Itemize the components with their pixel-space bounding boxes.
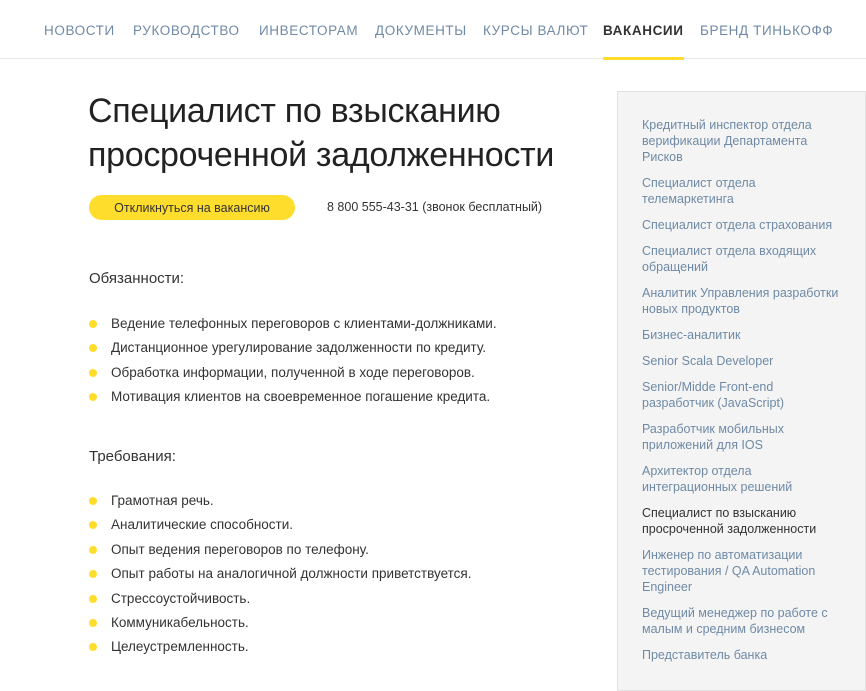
requirements-heading: Требования: [89, 448, 176, 465]
top-navigation: НОВОСТИ РУКОВОДСТВО ИНВЕСТОРАМ ДОКУМЕНТЫ… [0, 0, 866, 60]
bullet-dot-icon [89, 320, 97, 328]
requirement-item-text: Целеустремленность. [111, 639, 249, 655]
duties-list: Ведение телефонных переговоров с клиента… [89, 316, 497, 414]
bullet-dot-icon [89, 521, 97, 530]
nav-item-news[interactable]: НОВОСТИ [44, 0, 115, 59]
duty-item-text: Мотивация клиентов на своевременное пога… [111, 389, 491, 405]
bullet-dot-icon [89, 344, 97, 353]
vacancies-sidebar: Кредитный инспектор отдела верификации Д… [617, 91, 866, 691]
requirement-item-text: Аналитические способности. [111, 517, 294, 533]
apply-button[interactable]: Откликнуться на вакансию [89, 195, 295, 220]
bullet-dot-icon [89, 643, 97, 652]
requirement-item: Стрессоустойчивость. [89, 591, 472, 615]
nav-item-exchange-rates[interactable]: КУРСЫ ВАЛЮТ [483, 0, 588, 59]
sidebar-vacancy-link[interactable]: Архитектор отдела интеграционных решений [642, 463, 842, 495]
requirement-item: Опыт ведения переговоров по телефону. [89, 542, 472, 566]
requirements-list: Грамотная речь. Аналитические способности… [89, 493, 472, 664]
requirement-item: Опыт работы на аналогичной должности при… [89, 566, 472, 590]
duty-item: Мотивация клиентов на своевременное пога… [89, 389, 497, 413]
sidebar-vacancy-link[interactable]: Senior/Midde Front-end разработчик (Java… [642, 379, 842, 411]
requirement-item: Аналитические способности. [89, 517, 472, 541]
sidebar-vacancy-link[interactable]: Senior Scala Developer [642, 353, 842, 369]
requirement-item: Коммуникабельность. [89, 615, 472, 639]
sidebar-vacancy-link[interactable]: Специалист отдела телемаркетинга [642, 175, 842, 207]
requirement-item-text: Коммуникабельность. [111, 614, 249, 630]
nav-item-investors[interactable]: ИНВЕСТОРАМ [259, 0, 358, 59]
duty-item: Ведение телефонных переговоров с клиента… [89, 316, 497, 340]
phone-number: 8 800 555-43-31 (звонок бесплатный) [327, 200, 543, 214]
sidebar-vacancy-link[interactable]: Инженер по автоматизации тестирования / … [642, 547, 842, 595]
nav-item-vacancies[interactable]: ВАКАНСИИ [603, 0, 684, 60]
bullet-dot-icon [89, 594, 97, 603]
bullet-dot-icon [89, 545, 97, 554]
duty-item-text: Обработка информации, полученной в ходе … [111, 364, 475, 380]
nav-item-documents[interactable]: ДОКУМЕНТЫ [375, 0, 467, 59]
sidebar-vacancy-link[interactable]: Бизнес-аналитик [642, 327, 842, 343]
duties-heading: Обязанности: [89, 270, 185, 287]
duty-item: Дистанционное урегулирование задолженнос… [89, 340, 497, 364]
duty-item: Обработка информации, полученной в ходе … [89, 365, 497, 389]
sidebar-vacancy-link[interactable]: Ведущий менеджер по работе с малым и сре… [642, 605, 842, 637]
sidebar-vacancy-link[interactable]: Разработчик мобильных приложений для IOS [642, 421, 842, 453]
sidebar-vacancy-link[interactable]: Кредитный инспектор отдела верификации Д… [642, 117, 842, 165]
requirement-item-text: Грамотная речь. [111, 493, 214, 508]
requirement-item-text: Опыт работы на аналогичной должности при… [111, 566, 472, 582]
duty-item-text: Ведение телефонных переговоров с клиента… [111, 316, 497, 331]
requirement-item-text: Стрессоустойчивость. [111, 590, 251, 606]
sidebar-vacancy-link[interactable]: Представитель банка [642, 647, 842, 663]
bullet-dot-icon [89, 368, 97, 377]
bullet-dot-icon [89, 497, 97, 505]
requirement-item: Грамотная речь. [89, 493, 472, 517]
requirement-item: Целеустремленность. [89, 639, 472, 663]
sidebar-vacancy-current: Специалист по взысканию просроченной зад… [642, 506, 817, 536]
duty-item-text: Дистанционное урегулирование задолженнос… [111, 340, 487, 356]
page-title: Специалист по взысканию просроченной зад… [88, 92, 555, 174]
nav-item-management[interactable]: РУКОВОДСТВО [133, 0, 240, 59]
bullet-dot-icon [89, 618, 97, 627]
sidebar-vacancy-link[interactable]: Аналитик Управления разработки новых про… [642, 285, 842, 317]
requirement-item-text: Опыт ведения переговоров по телефону. [111, 541, 369, 557]
bullet-dot-icon [89, 570, 97, 579]
bullet-dot-icon [89, 393, 97, 402]
sidebar-vacancy-link[interactable]: Специалист отдела страхования [642, 217, 842, 233]
sidebar-vacancy-link[interactable]: Специалист отдела входящих обращений [642, 243, 842, 275]
vacancies-list: Кредитный инспектор отдела верификации Д… [642, 117, 865, 663]
nav-item-brand[interactable]: БРЕНД ТИНЬКОФФ [700, 0, 833, 59]
